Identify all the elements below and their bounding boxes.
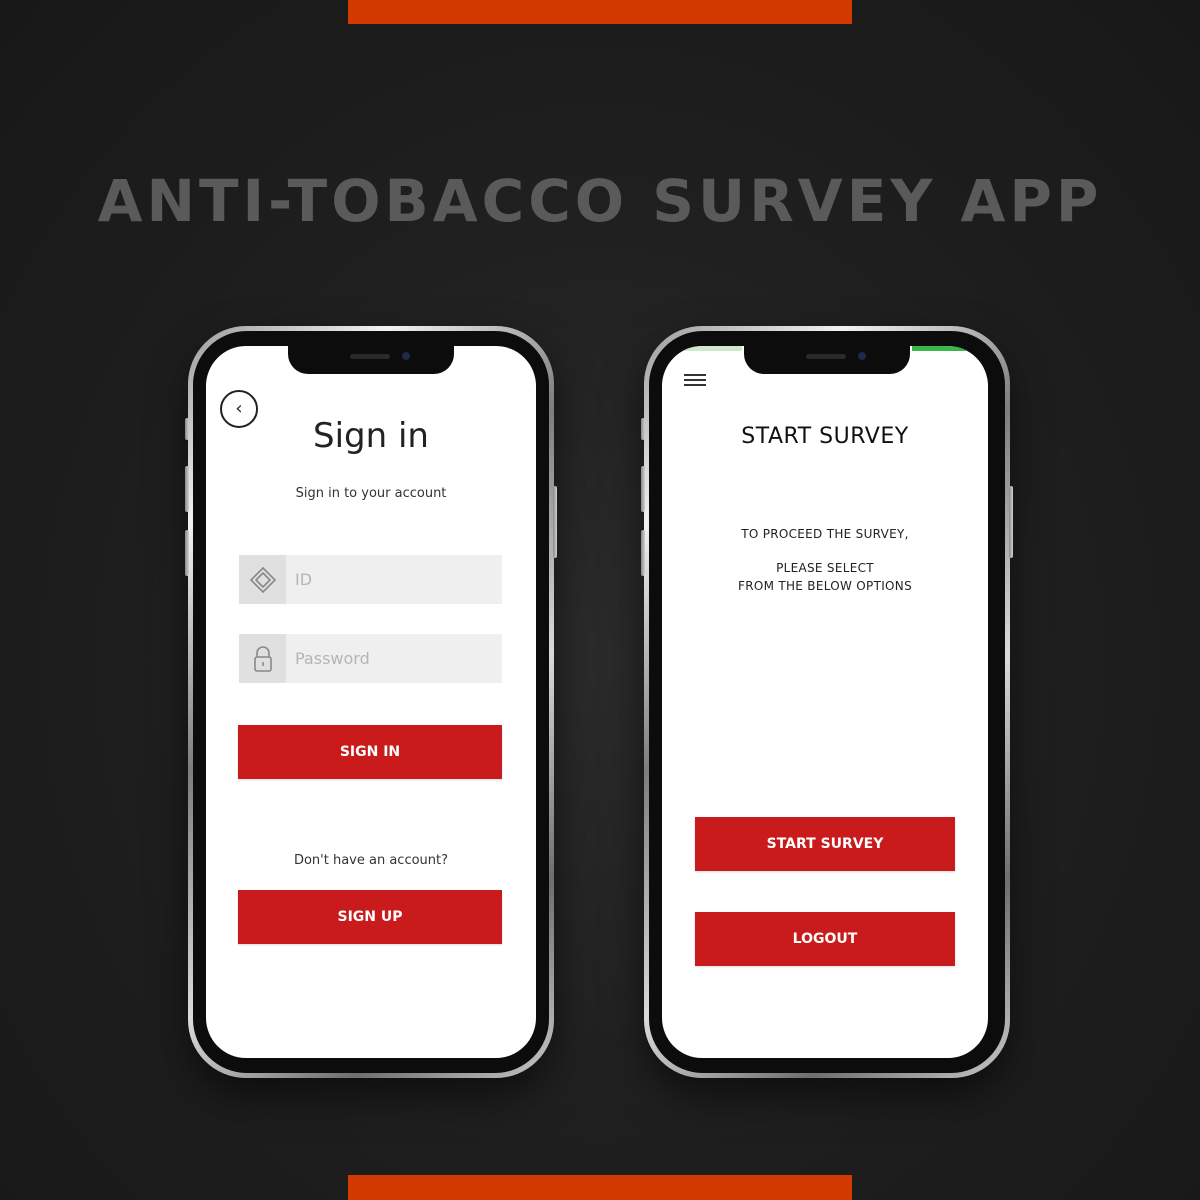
page-title: START SURVEY xyxy=(741,424,909,449)
speaker-grille xyxy=(806,354,846,359)
id-field[interactable] xyxy=(239,555,502,604)
page-subtitle: Sign in to your account xyxy=(295,486,447,501)
phone-sign-in: ‹ Sign in Sign in to your account ID SIG… xyxy=(185,326,557,1078)
phone-notch xyxy=(744,346,910,374)
phone-start-survey: START SURVEY TO PROCEED THE SURVEY, PLEA… xyxy=(641,326,1013,1078)
start-survey-screen: START SURVEY TO PROCEED THE SURVEY, PLEA… xyxy=(662,346,988,1058)
volume-down-button xyxy=(185,530,189,576)
bottom-accent-bar xyxy=(348,1175,852,1200)
signup-prompt: Don't have an account? xyxy=(293,853,449,868)
volume-down-button xyxy=(641,530,645,576)
id-input[interactable] xyxy=(286,558,497,601)
volume-up-button xyxy=(641,466,645,512)
survey-message-line-2: PLEASE SELECT xyxy=(776,561,874,575)
diamond-icon xyxy=(249,566,276,593)
password-input[interactable] xyxy=(286,637,497,680)
lock-icon xyxy=(253,645,272,672)
mute-switch xyxy=(185,418,189,440)
status-bar-left-strip xyxy=(674,346,742,351)
page-headline: ANTI-TOBACCO SURVEY APP xyxy=(97,167,1103,235)
password-field[interactable] xyxy=(239,634,502,683)
power-button xyxy=(553,486,557,558)
id-field-icon-box xyxy=(239,555,286,604)
top-accent-bar xyxy=(348,0,852,24)
start-survey-button[interactable]: START SURVEY xyxy=(695,817,955,871)
status-bar-right-strip xyxy=(912,346,966,351)
phone-bezel: START SURVEY TO PROCEED THE SURVEY, PLEA… xyxy=(649,331,1005,1073)
volume-up-button xyxy=(185,466,189,512)
logout-button[interactable]: LOGOUT xyxy=(695,912,955,966)
survey-message-line-1: TO PROCEED THE SURVEY, xyxy=(741,527,909,541)
sign-in-screen: ‹ Sign in Sign in to your account ID SIG… xyxy=(206,346,536,1058)
survey-message-line-3: FROM THE BELOW OPTIONS xyxy=(738,579,912,593)
phone-bezel: ‹ Sign in Sign in to your account ID SIG… xyxy=(193,331,549,1073)
front-camera xyxy=(858,352,866,360)
hamburger-menu-icon[interactable] xyxy=(684,374,706,388)
page-title: Sign in xyxy=(313,416,429,456)
speaker-grille xyxy=(350,354,390,359)
front-camera xyxy=(402,352,410,360)
sign-in-button[interactable]: SIGN IN xyxy=(238,725,502,779)
mute-switch xyxy=(641,418,645,440)
phone-notch xyxy=(288,346,454,374)
sign-up-button[interactable]: SIGN UP xyxy=(238,890,502,944)
power-button xyxy=(1009,486,1013,558)
password-field-icon-box xyxy=(239,634,286,683)
